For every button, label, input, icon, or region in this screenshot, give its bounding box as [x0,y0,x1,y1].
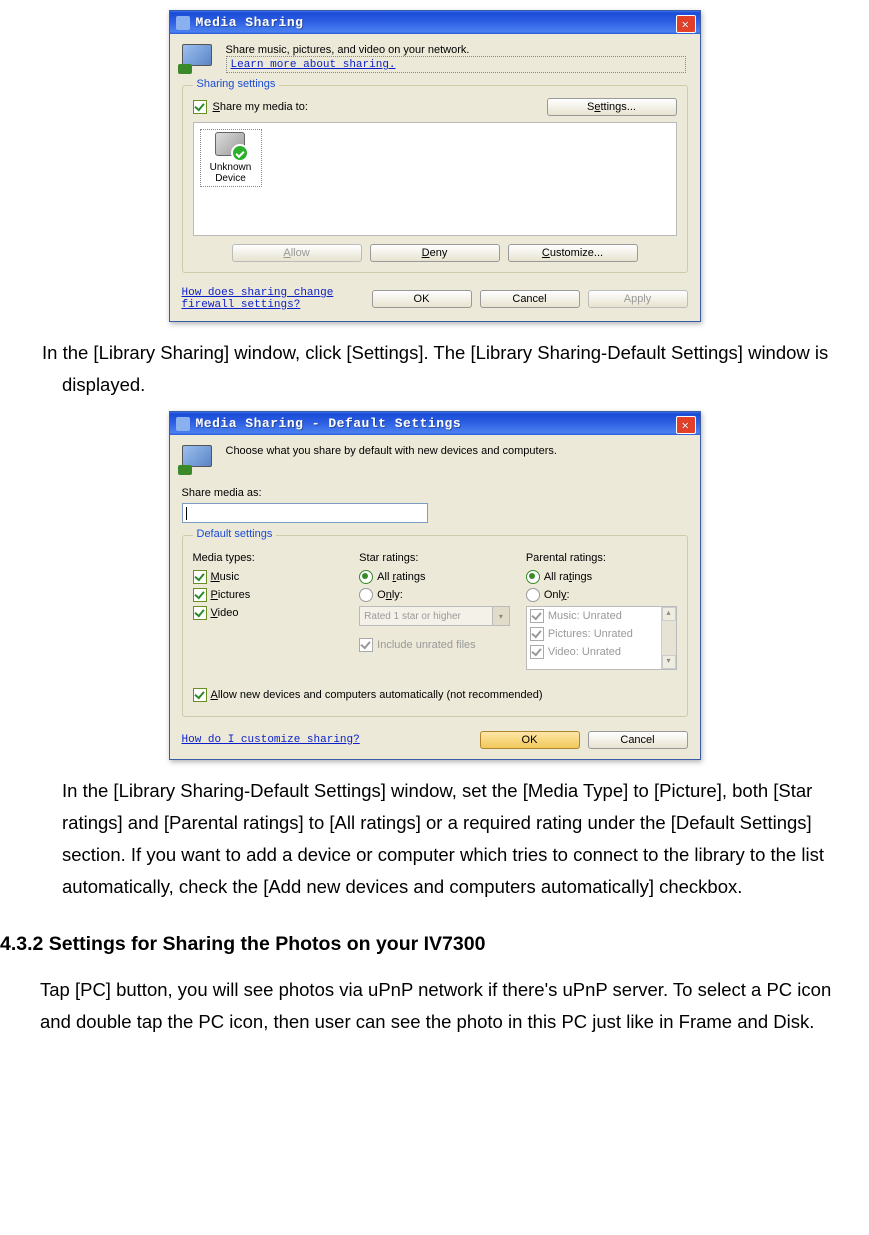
parental-listbox: Music: Unrated Pictures: Unrated Video: … [526,606,677,670]
parental-only-label: Only: [544,589,570,601]
app-icon [176,16,190,30]
parental-all-radio[interactable] [526,570,540,584]
star-rating-combo: Rated 1 star or higher ▾ [359,606,510,626]
list-pictures-checkbox [530,627,544,641]
default-settings-group: Default settings Media types: Music Pict… [182,535,688,717]
cancel-button[interactable]: Cancel [480,290,580,308]
star-label: Star ratings: [359,552,510,564]
device-list[interactable]: Unknown Device [193,122,677,236]
media-types-column: Media types: Music Pictures Video [193,552,344,670]
list-video-label: Video: Unrated [548,646,621,658]
share-my-media-checkbox[interactable] [193,100,207,114]
cancel-button[interactable]: Cancel [588,731,688,749]
media-types-label: Media types: [193,552,344,564]
parental-all-label: All ratings [544,571,592,583]
device-label-line2: Device [215,173,246,184]
chevron-down-icon: ▾ [492,607,509,625]
star-ratings-column: Star ratings: All ratings Only: Rated 1 … [359,552,510,670]
paragraph-1: In the [Library Sharing] window, click [… [0,337,869,401]
monitor-icon [182,44,216,72]
fieldset-legend: Sharing settings [193,78,280,90]
parental-ratings-column: Parental ratings: All ratings Only: Musi… [526,552,677,670]
parental-label: Parental ratings: [526,552,677,564]
dialog-title: Media Sharing [196,15,304,30]
device-icon [215,132,247,160]
device-unknown[interactable]: Unknown Device [200,129,262,187]
parental-only-radio[interactable] [526,588,540,602]
share-as-label: Share media as: [182,487,688,499]
star-only-radio[interactable] [359,588,373,602]
include-unrated-label: Include unrated files [377,639,475,651]
scrollbar: ▴ ▾ [661,607,676,669]
star-all-radio[interactable] [359,570,373,584]
default-settings-dialog: Media Sharing - Default Settings ✕ Choos… [169,411,701,760]
ok-button[interactable]: OK [480,731,580,749]
star-only-label: Only: [377,589,403,601]
music-checkbox[interactable] [193,570,207,584]
star-all-label: All ratings [377,571,425,583]
ok-button[interactable]: OK [372,290,472,308]
customize-link[interactable]: How do I customize sharing? [182,734,360,746]
customize-button[interactable]: Customize... [508,244,638,262]
share-as-input[interactable] [182,503,428,523]
titlebar[interactable]: Media Sharing - Default Settings ✕ [170,412,700,435]
list-music-label: Music: Unrated [548,610,622,622]
info-row: Share music, pictures, and video on your… [182,44,688,73]
deny-button[interactable]: Deny [370,244,500,262]
combo-value: Rated 1 star or higher [364,611,461,622]
firewall-link[interactable]: How does sharing change firewall setting… [182,287,362,311]
paragraph-2: In the [Library Sharing-Default Settings… [0,775,869,903]
share-my-media-label: Share my media to: [213,101,308,113]
fieldset-legend: Default settings [193,528,277,540]
dialog-description: Share music, pictures, and video on your… [226,44,688,56]
pictures-label: Pictures [211,589,251,601]
close-icon[interactable]: ✕ [676,416,696,434]
allow-button: Allow [232,244,362,262]
list-video-checkbox [530,645,544,659]
list-pictures-label: Pictures: Unrated [548,628,633,640]
titlebar[interactable]: Media Sharing ✕ [170,11,700,34]
pictures-checkbox[interactable] [193,588,207,602]
info-row: Choose what you share by default with ne… [182,445,688,473]
app-icon [176,417,190,431]
sharing-settings-group: Sharing settings Share my media to: Sett… [182,85,688,273]
apply-button: Apply [588,290,688,308]
settings-button[interactable]: Settings... [547,98,677,116]
list-music-checkbox [530,609,544,623]
dialog-title: Media Sharing - Default Settings [196,416,462,431]
media-sharing-dialog: Media Sharing ✕ Share music, pictures, a… [169,10,701,322]
section-heading: 4.3.2 Settings for Sharing the Photos on… [0,933,869,956]
include-unrated-checkbox [359,638,373,652]
dialog-description: Choose what you share by default with ne… [226,445,688,457]
paragraph-3: Tap [PC] button, you will see photos via… [0,974,869,1038]
music-label: Music [211,571,240,583]
close-icon[interactable]: ✕ [676,15,696,33]
monitor-icon [182,445,216,473]
video-checkbox[interactable] [193,606,207,620]
learn-more-link[interactable]: Learn more about sharing. [231,59,396,71]
video-label: Video [211,607,239,619]
allow-new-devices-label: Allow new devices and computers automati… [211,689,543,701]
device-label-line1: Unknown [210,162,252,173]
allow-new-devices-checkbox[interactable] [193,688,207,702]
